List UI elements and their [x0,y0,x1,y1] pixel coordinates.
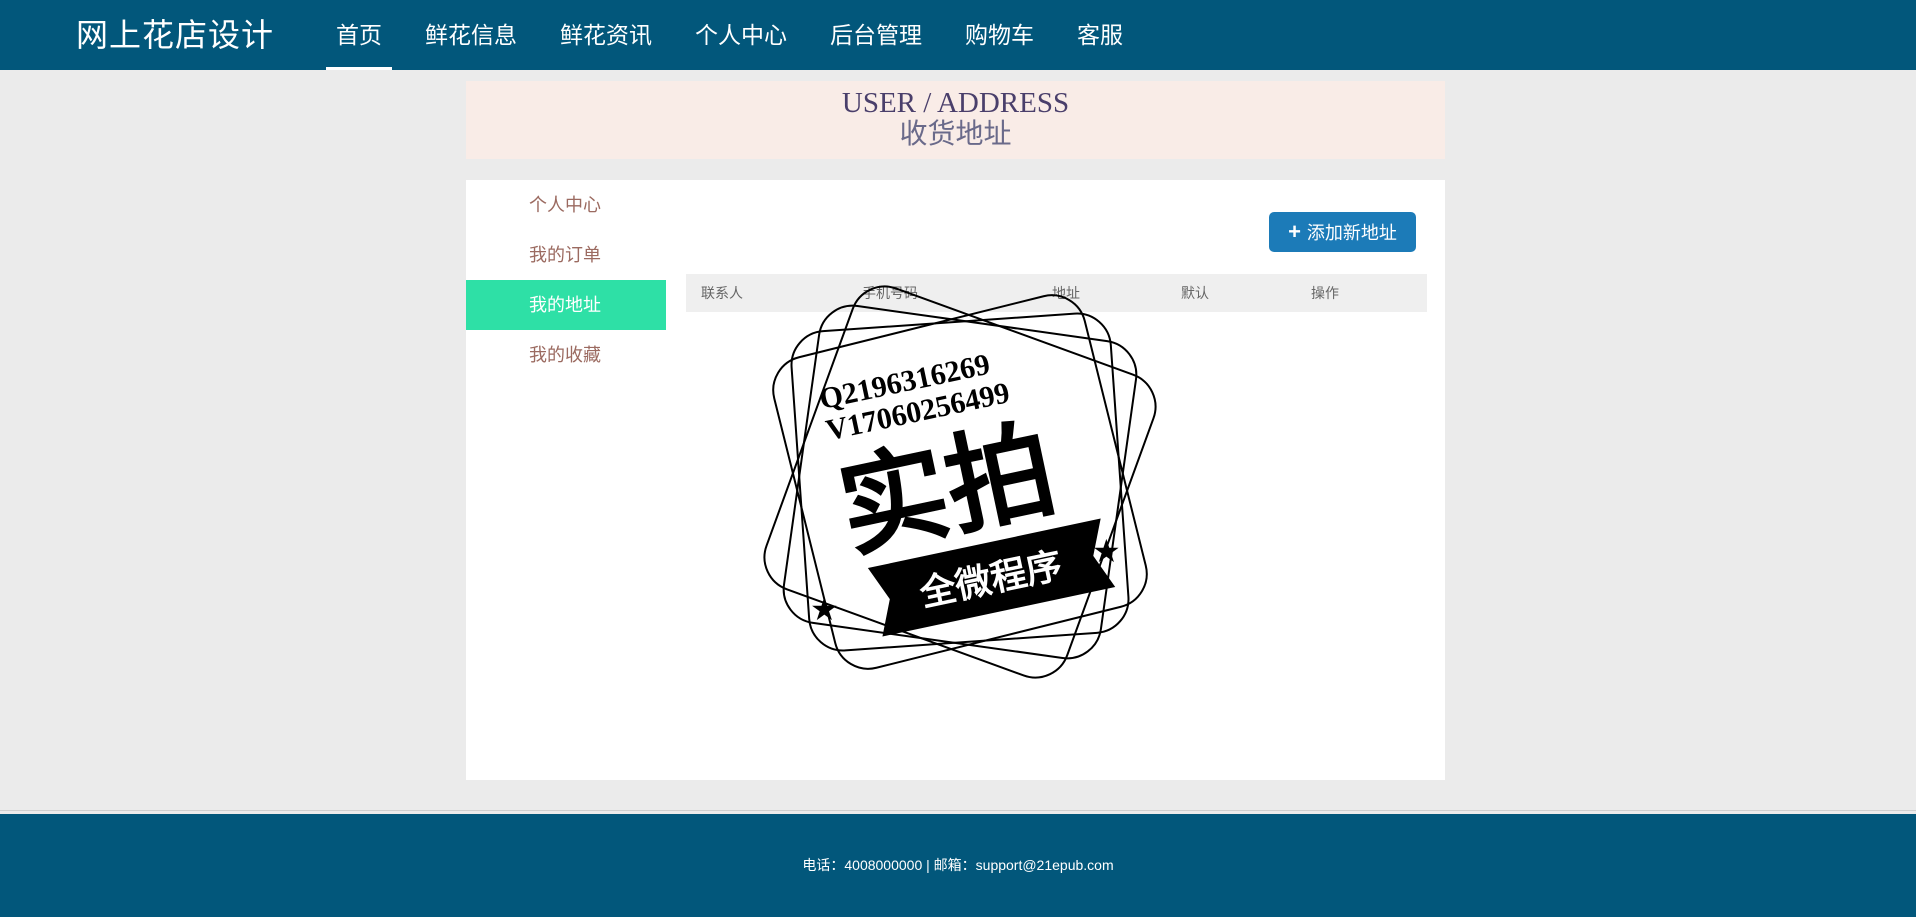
nav-flower-news[interactable]: 鲜花资讯 [550,0,662,70]
main-nav: 首页 鲜花信息 鲜花资讯 个人中心 后台管理 购物车 客服 [326,0,1156,70]
footer-contact: 电话：4008000000 | 邮箱：support@21epub.com [802,857,1114,873]
star-icon: ★ [810,591,839,627]
sidebar-item-orders[interactable]: 我的订单 [466,230,666,280]
nav-user-center[interactable]: 个人中心 [685,0,797,70]
sidebar-item-user-center[interactable]: 个人中心 [466,180,666,230]
col-actions: 操作 [1311,285,1339,301]
site-footer: 电话：4008000000 | 邮箱：support@21epub.com [0,814,1916,917]
nav-home[interactable]: 首页 [326,0,392,70]
nav-admin[interactable]: 后台管理 [820,0,932,70]
add-address-button[interactable]: + 添加新地址 [1269,212,1416,252]
site-brand[interactable]: 网上花店设计 [76,15,274,55]
user-sidebar: 个人中心 我的订单 我的地址 我的收藏 [466,180,666,380]
sidebar-item-address[interactable]: 我的地址 [466,280,666,330]
nav-support[interactable]: 客服 [1067,0,1133,70]
col-default: 默认 [1181,285,1209,301]
sidebar-item-favorites[interactable]: 我的收藏 [466,330,666,380]
add-address-label: 添加新地址 [1306,223,1397,243]
plus-icon: + [1288,219,1301,244]
col-contact: 联系人 [701,285,743,301]
banner-title-cn: 收货地址 [899,119,1012,150]
footer-divider [0,810,1916,811]
top-navbar: 网上花店设计 首页 鲜花信息 鲜花资讯 个人中心 后台管理 购物车 客服 [0,0,1916,70]
nav-flower-info[interactable]: 鲜花信息 [415,0,527,70]
star-icon: ★ [1092,533,1121,569]
nav-cart[interactable]: 购物车 [955,0,1044,70]
banner-title-en: USER / ADDRESS [841,87,1070,119]
page-banner: USER / ADDRESS 收货地址 [466,81,1445,159]
watermark-stamp: Q2196316269 V17060256499 实拍 全微程序 ★ ★ [763,285,1157,679]
